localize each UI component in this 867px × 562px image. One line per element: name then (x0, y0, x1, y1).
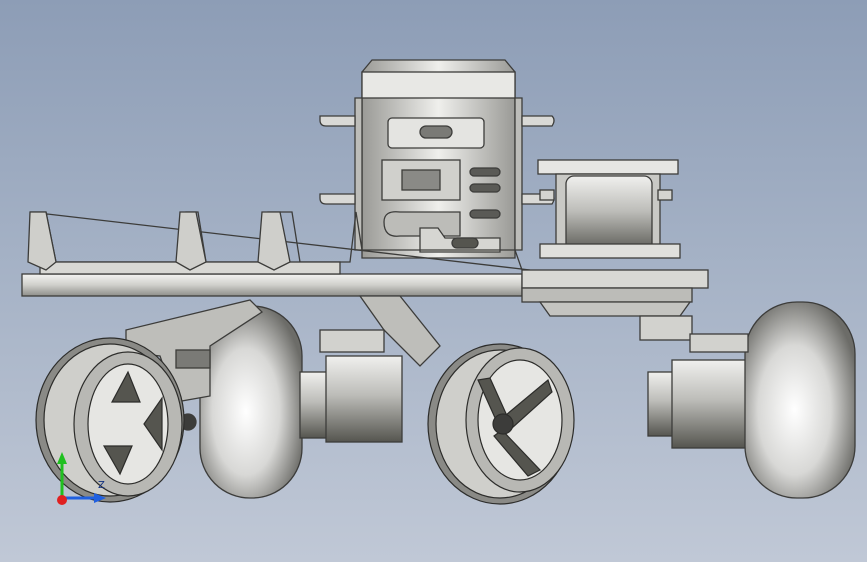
battery-housing[interactable] (537, 159, 681, 259)
robot-chassis-model[interactable] (0, 0, 867, 562)
z-axis-label: Z (98, 480, 105, 491)
upper-frame[interactable] (319, 59, 555, 259)
front-right-wheel[interactable] (427, 343, 575, 505)
x-axis-arrow (94, 493, 106, 503)
z-axis-dot (57, 495, 67, 505)
cad-3d-viewport[interactable]: Z (0, 0, 867, 562)
y-axis-arrow (57, 452, 67, 464)
axis-triad-icon: Z (57, 452, 106, 505)
